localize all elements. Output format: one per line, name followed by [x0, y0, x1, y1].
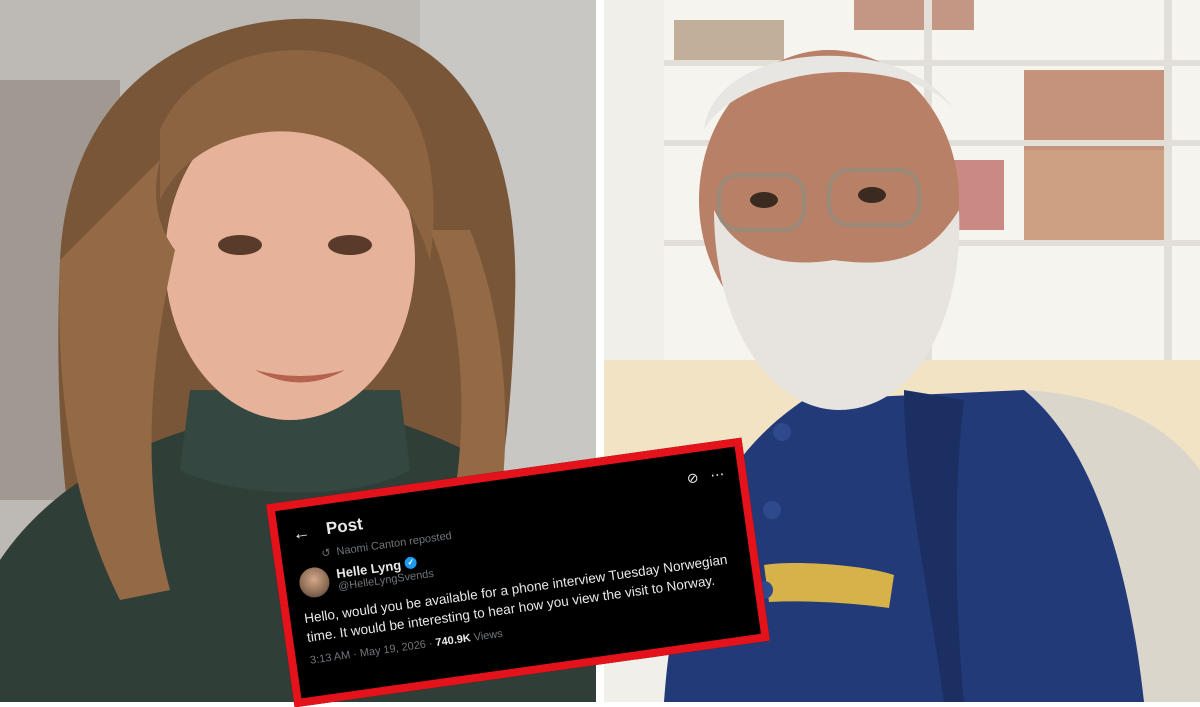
verified-badge-icon: ✓ [404, 556, 418, 570]
back-arrow-icon[interactable]: ← [291, 519, 328, 545]
header-actions: ⊘ ⋯ [686, 465, 726, 487]
grok-icon[interactable]: ⊘ [686, 469, 700, 487]
avatar[interactable] [297, 565, 332, 600]
author-names: Helle Lyng ✓ @HelleLyngSvends [335, 552, 434, 593]
views-label: Views [469, 627, 504, 645]
more-icon[interactable]: ⋯ [709, 465, 725, 484]
repost-icon: ↺ [320, 546, 332, 561]
views-count: 740.9K [434, 632, 472, 650]
